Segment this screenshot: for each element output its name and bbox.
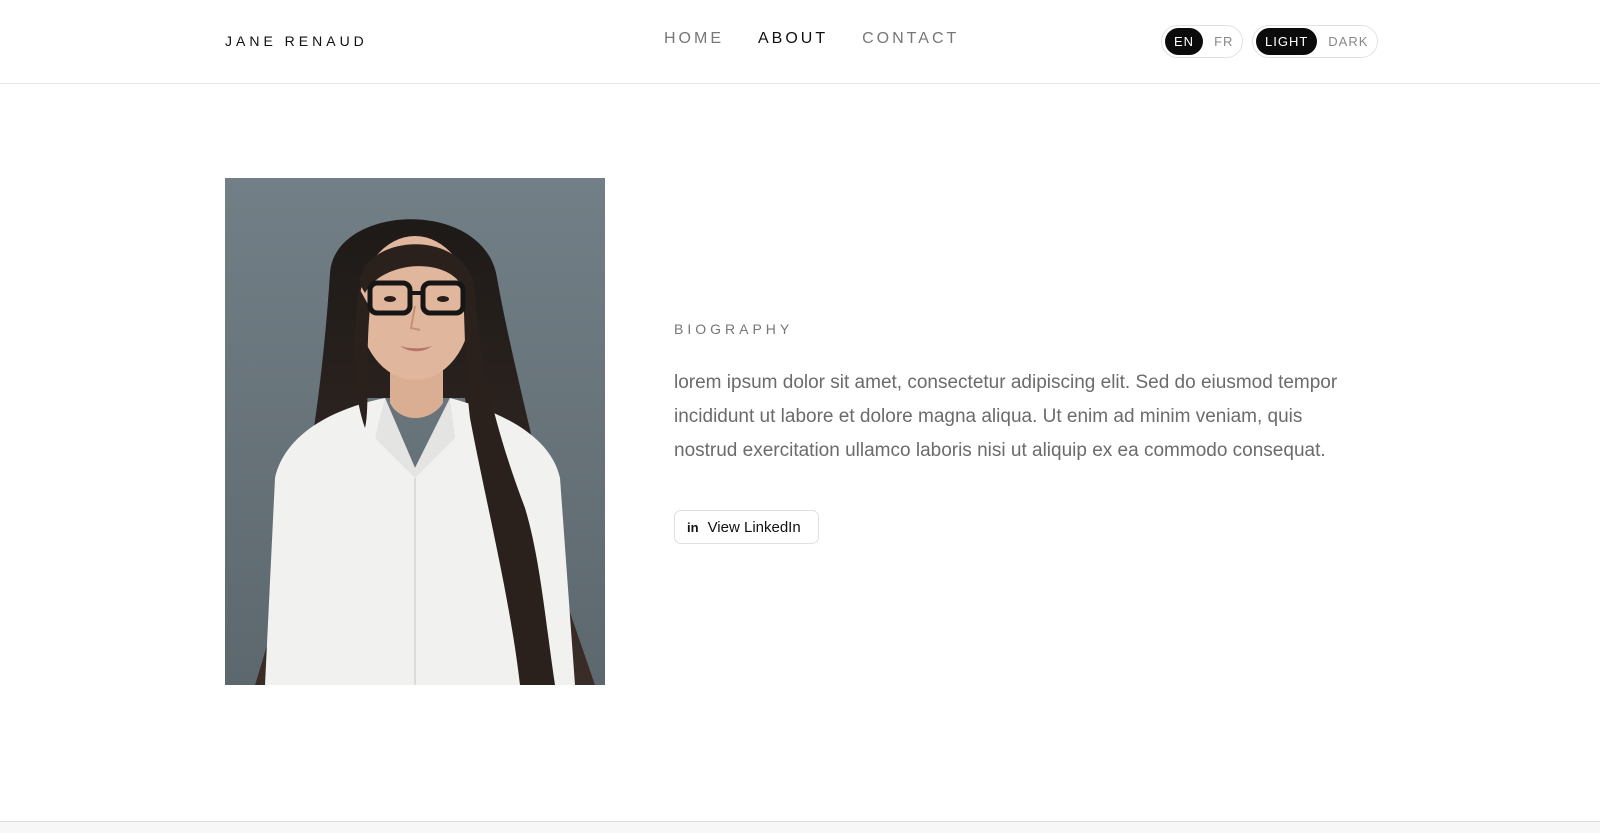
page-bottom-edge [0, 821, 1600, 833]
site-header: JANE RENAUD HOME ABOUT CONTACT EN FR LIG… [0, 0, 1600, 84]
lang-option-fr[interactable]: FR [1205, 28, 1242, 55]
main-nav: HOME ABOUT CONTACT [664, 30, 959, 48]
linkedin-icon: in [687, 519, 699, 535]
view-linkedin-button[interactable]: in View LinkedIn [674, 510, 819, 544]
nav-home[interactable]: HOME [664, 30, 724, 48]
biography-label: BIOGRAPHY [674, 321, 794, 337]
theme-option-light[interactable]: LIGHT [1256, 28, 1318, 55]
site-brand[interactable]: JANE RENAUD [225, 33, 368, 49]
portrait-photo [225, 178, 605, 685]
biography-text: lorem ipsum dolor sit amet, consectetur … [674, 372, 1338, 461]
view-linkedin-label: View LinkedIn [707, 518, 801, 536]
language-toggle: EN FR [1161, 25, 1243, 58]
lang-option-en[interactable]: EN [1165, 28, 1204, 55]
nav-about[interactable]: ABOUT [758, 30, 828, 48]
theme-toggle: LIGHT DARK [1252, 25, 1378, 58]
portrait-illustration [225, 178, 605, 685]
theme-option-dark[interactable]: DARK [1319, 28, 1377, 55]
nav-contact[interactable]: CONTACT [862, 30, 959, 48]
